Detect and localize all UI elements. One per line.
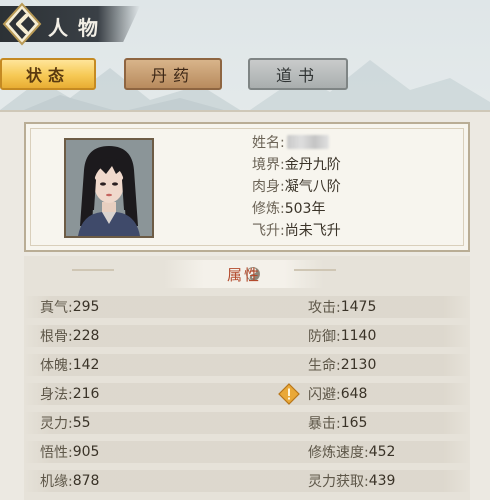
attr-right-cell: 生命: 2130 (308, 354, 376, 376)
info-realm-row: 境界: 金丹九阶 (252, 154, 341, 174)
header: 人物 (0, 0, 140, 46)
attr-label: 暴击: (308, 416, 341, 432)
attr-left-cell: 体魄: 142 (40, 354, 99, 376)
realm-label: 境界: (252, 157, 285, 173)
page-title: 人物 (48, 16, 108, 40)
attr-label: 体魄: (40, 358, 73, 374)
attr-left-cell: 灵力: 55 (40, 412, 91, 434)
attr-value: 1140 (340, 328, 377, 344)
attr-left-cell: 根骨: 228 (40, 325, 99, 347)
header-divider-right (294, 269, 336, 271)
attr-label: 生命: (308, 358, 341, 374)
tab-books[interactable]: 道书 (248, 58, 348, 90)
attr-row: 真气: 295 攻击: 1475 (24, 296, 470, 318)
character-portrait (64, 138, 154, 238)
attr-value: 648 (340, 386, 368, 402)
realm-value: 金丹九阶 (284, 157, 341, 173)
attr-row: 悟性: 905 修炼速度: 452 (24, 441, 470, 463)
attr-value: 142 (72, 357, 100, 373)
name-value-blurred (286, 135, 329, 149)
header-divider-left (72, 269, 114, 271)
name-label: 姓名: (252, 135, 285, 151)
attr-row: 机缘: 878 灵力获取: 439 (24, 470, 470, 492)
attr-value: 878 (72, 473, 100, 489)
dodge-info-icon[interactable] (278, 383, 300, 405)
attr-value: 905 (72, 444, 100, 460)
attr-right-cell: 灵力获取: 439 (308, 470, 395, 492)
attr-right-cell: 攻击: 1475 (308, 296, 376, 318)
info-cultivation-row: 修炼: 503年 (252, 198, 325, 218)
attr-value: 228 (72, 328, 100, 344)
info-name-row: 姓名: (252, 132, 329, 152)
attr-row: 根骨: 228 防御: 1140 (24, 325, 470, 347)
attr-label: 修炼速度: (308, 445, 369, 461)
cultivation-value: 503年 (284, 201, 326, 217)
attr-label: 攻击: (308, 300, 341, 316)
info-ascend-row: 飞升: 尚未飞升 (252, 220, 341, 240)
body-label: 肉身: (252, 179, 285, 195)
attr-label: 悟性: (40, 445, 73, 461)
attr-right-cell: 暴击: 165 (308, 412, 367, 434)
attr-value: 452 (368, 444, 396, 460)
tab-pills[interactable]: 丹药 (124, 58, 222, 90)
attr-left-cell: 机缘: 878 (40, 470, 99, 492)
attributes-header: 属性 (144, 260, 344, 288)
body-value: 凝气八阶 (284, 179, 341, 195)
attr-value: 216 (72, 386, 100, 402)
ascend-label: 飞升: (252, 223, 285, 239)
attr-label: 灵力获取: (308, 474, 369, 490)
attr-label: 根骨: (40, 329, 73, 345)
back-button[interactable] (2, 2, 42, 46)
tab-bar: 状态 丹药 道书 (0, 58, 490, 94)
ascend-value: 尚未飞升 (284, 223, 341, 239)
attr-value: 55 (72, 415, 91, 431)
attr-left-cell: 身法: 216 (40, 383, 99, 405)
attr-value: 165 (340, 415, 368, 431)
attr-label: 闪避: (308, 387, 341, 403)
character-avatar-image (66, 140, 152, 236)
attributes-panel: 属性 真气: 295 攻击: 1475 根骨: 228 防御: 1140 体魄:… (24, 256, 470, 500)
tab-status[interactable]: 状态 (0, 58, 96, 90)
attr-right-cell: 闪避: 648 (308, 383, 367, 405)
attr-label: 身法: (40, 387, 73, 403)
attr-label: 机缘: (40, 474, 73, 490)
info-body-row: 肉身: 凝气八阶 (252, 176, 341, 196)
attr-row: 身法: 216 闪避: 648 (24, 383, 470, 405)
attr-value: 2130 (340, 357, 377, 373)
attr-label: 真气: (40, 300, 73, 316)
attr-left-cell: 悟性: 905 (40, 441, 99, 463)
attr-right-cell: 修炼速度: 452 (308, 441, 395, 463)
attr-label: 防御: (308, 329, 341, 345)
attr-label: 灵力: (40, 416, 73, 432)
main-panel: 姓名: 境界: 金丹九阶 肉身: 凝气八阶 修炼: 503年 飞升: 尚未飞升 (0, 110, 490, 500)
attr-value: 1475 (340, 299, 377, 315)
attr-row: 体魄: 142 生命: 2130 (24, 354, 470, 376)
attr-row: 灵力: 55 暴击: 165 (24, 412, 470, 434)
character-card: 姓名: 境界: 金丹九阶 肉身: 凝气八阶 修炼: 503年 飞升: 尚未飞升 (24, 122, 470, 252)
back-arrow-icon (2, 2, 42, 46)
attr-right-cell: 防御: 1140 (308, 325, 376, 347)
cultivation-label: 修炼: (252, 201, 285, 217)
attr-value: 439 (368, 473, 396, 489)
attributes-title: 属性 (226, 265, 261, 284)
attr-value: 295 (72, 299, 100, 315)
attr-left-cell: 真气: 295 (40, 296, 99, 318)
